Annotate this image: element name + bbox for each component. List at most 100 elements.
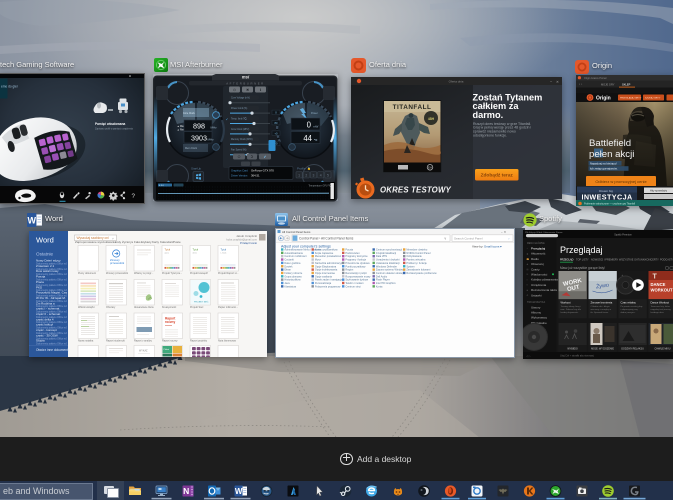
svg-text:2: 2	[305, 173, 307, 177]
svg-text:WYBIEGI: WYBIEGI	[567, 348, 578, 351]
svg-text:wieczory z muzyką w: wieczory z muzyką w	[590, 308, 611, 311]
svg-text:eme do gier: eme do gier	[1, 85, 19, 89]
svg-text:3: 3	[313, 173, 315, 177]
svg-text:Użyj Ctrl + strzałki aby stero: Użyj Ctrl + strzałki aby sterować	[560, 355, 595, 358]
svg-text:Ostatnie: Ostatnie	[36, 252, 54, 257]
svg-text:Polaczenia programow: Polaczenia programow	[314, 285, 340, 288]
svg-text:🔒: 🔒	[307, 166, 311, 170]
svg-text:WORKOUT: WORKOUT	[650, 288, 673, 293]
svg-text:TITANFALL: TITANFALL	[393, 104, 432, 111]
svg-text:Czarty: Czarty	[531, 267, 540, 271]
svg-text:5: 5	[327, 173, 329, 177]
svg-text:PRZEGLĄDAJ GRY ▾: PRZEGLĄDAJ GRY ▾	[620, 96, 641, 99]
svg-text:Nowa notatka: Nowa notatka	[78, 340, 94, 343]
svg-text:Kalendarz: Kalendarz	[160, 240, 174, 244]
svg-text:Czas relaksu: Czas relaksu	[620, 301, 636, 305]
svg-text:Hity sprzedaży: Hity sprzedaży	[649, 188, 667, 192]
svg-text:Masz już wszystkie gorące list: Masz już wszystkie gorące listy!	[560, 266, 605, 270]
svg-text:Klawiatura: Klawiatura	[284, 285, 296, 288]
svg-text:darmo.: darmo.	[473, 110, 504, 120]
svg-text:Tytuł: Tytuł	[193, 248, 199, 252]
svg-text:moc. Zobacz listy dla: moc. Zobacz listy dla	[560, 308, 581, 311]
svg-text:Pobieranie zakończone — urucho: Pobieranie zakończone — uruchom grę Tita…	[584, 202, 635, 205]
svg-text:Projekt krawędź: Projekt krawędź	[190, 272, 209, 275]
svg-text:tle. Sprawdź teraz.: tle. Sprawdź teraz.	[590, 311, 609, 314]
svg-text:PROJEKT SIEĆ: PROJEKT SIEĆ	[194, 301, 209, 304]
svg-text:Zdobądź teraz: Zdobądź teraz	[481, 173, 514, 179]
svg-text:Przełącz konto: Przełącz konto	[240, 241, 258, 245]
svg-text:Centrum sieci: Centrum sieci	[345, 285, 361, 288]
svg-text:przewodnik: przewodnik	[110, 261, 125, 265]
svg-text:Etykiety: Etykiety	[141, 240, 152, 244]
svg-text:W: W	[235, 487, 243, 496]
svg-text:Zimowy przewodnik: Zimowy przewodnik	[106, 272, 129, 275]
svg-text:WYKAZ: WYKAZ	[139, 350, 148, 353]
svg-text:Widoki wstążki: Widoki wstążki	[78, 306, 95, 309]
svg-text:SKLEP: SKLEP	[622, 82, 631, 86]
svg-text:Konta: Konta	[375, 285, 382, 288]
svg-text:Rozwiazywanie problemow: Rozwiazywanie problemow	[406, 272, 436, 275]
svg-text:MENU GŁÓWNE: MENU GŁÓWNE	[527, 242, 545, 245]
svg-text:Spotify Premium: Spotify Premium	[614, 233, 632, 236]
svg-text:udostępnione funkcje.: udostępnione funkcje.	[473, 134, 507, 138]
svg-text:Otwórz inne dokumenty: Otwórz inne dokumenty	[36, 348, 70, 352]
svg-text:Oferta dnia: Oferta dnia	[449, 80, 464, 84]
svg-text:1: 1	[298, 173, 300, 177]
svg-text:Rozszerzenia także: Rozszerzenia także	[531, 288, 558, 292]
svg-text:4.3.0: 4.3.0	[159, 185, 165, 187]
svg-text:Zaproponowane wyszukiwania:: Zaproponowane wyszukiwania:	[75, 240, 117, 244]
svg-text:dems: dems	[193, 253, 197, 255]
svg-text:Workout: Workout	[560, 301, 570, 305]
svg-text:44: 44	[303, 134, 312, 143]
svg-text:TOP LISTY: TOP LISTY	[576, 259, 589, 262]
svg-text:Temperature GPU ℃: Temperature GPU ℃	[308, 184, 331, 187]
svg-text:?: ?	[132, 193, 136, 200]
svg-text:N: N	[183, 486, 189, 496]
svg-text:Projekt Sieć: Projekt Sieć	[190, 306, 204, 309]
svg-text:wpisz: wpisz	[165, 253, 170, 255]
svg-text:Raport studencki: Raport studencki	[106, 340, 125, 343]
svg-text:∨: ∨	[444, 237, 446, 241]
svg-text:48H: 48H	[428, 117, 435, 121]
svg-text:‹ ›: ‹ ›	[579, 82, 582, 86]
svg-text:T: T	[652, 274, 657, 281]
svg-text:Pamięć wbudowana: Pamięć wbudowana	[95, 122, 126, 126]
svg-text:każdego dnia.: każdego dnia.	[650, 312, 664, 314]
svg-text:Core Clock: Core Clock	[183, 112, 196, 115]
svg-text:Albumy: Albumy	[531, 311, 542, 315]
svg-text:Ustawki: Ustawki	[531, 293, 542, 297]
svg-text:Tytuł: Tytuł	[165, 248, 171, 252]
svg-text:Graphics Card: Graphics Card	[231, 168, 248, 172]
svg-text:Origin: Origin	[596, 95, 611, 101]
svg-text:O: O	[238, 155, 241, 159]
svg-text:każdej aktywności.: każdej aktywności.	[560, 311, 579, 314]
svg-text:GeForce GTX 970: GeForce GTX 970	[251, 168, 274, 172]
svg-text:NOWOŚCI I PREMIERY: NOWOŚCI I PREMIERY	[591, 259, 619, 262]
svg-text:Przeglądaj: Przeglądaj	[560, 245, 603, 255]
svg-text:▤: ▤	[526, 268, 528, 271]
svg-text:Wiadomości: Wiadomości	[531, 273, 548, 277]
svg-text:Projekt Raport st...: Projekt Raport st...	[218, 272, 239, 275]
svg-text:Raport projektu: Raport projektu	[190, 340, 208, 343]
svg-text:Obserwuj: Obserwuj	[531, 262, 544, 266]
svg-text:Search Control Panel: Search Control Panel	[454, 236, 483, 240]
svg-text:W: W	[27, 215, 36, 225]
svg-text:Trening siłowy, bieg i: Trening siłowy, bieg i	[560, 305, 581, 308]
svg-text:Battlefield: Battlefield	[589, 138, 631, 149]
svg-text:Karty: Karty	[152, 240, 160, 244]
svg-text:All Control Panel Items: All Control Panel Items	[282, 230, 311, 234]
svg-text:Raport z analizy: Raport z analizy	[134, 340, 153, 343]
svg-text:Witamy w progr...: Witamy w progr...	[134, 272, 154, 275]
svg-text:Tytuł: Tytuł	[221, 248, 227, 252]
svg-text:✔: ✔	[263, 155, 266, 159]
svg-text:Urządzenia: Urządzenia	[531, 283, 547, 287]
svg-text:Mem Clock: Mem Clock	[185, 147, 198, 150]
svg-text:CHWILE MIXU: CHWILE MIXU	[654, 348, 670, 351]
svg-text:Zimowe brzmienia: Zimowe brzmienia	[590, 301, 612, 305]
svg-text:⏻: ⏻	[233, 88, 236, 92]
svg-text:0: 0	[307, 120, 312, 129]
svg-text:Small icons ▾: Small icons ▾	[484, 244, 502, 248]
svg-text:i odpoczywaj przy: i odpoczywaj przy	[620, 308, 638, 311]
svg-text:Zapisano profil w pamięci urzą: Zapisano profil w pamięci urządzenia	[95, 128, 134, 131]
svg-text:Puste: Puste	[173, 240, 181, 244]
